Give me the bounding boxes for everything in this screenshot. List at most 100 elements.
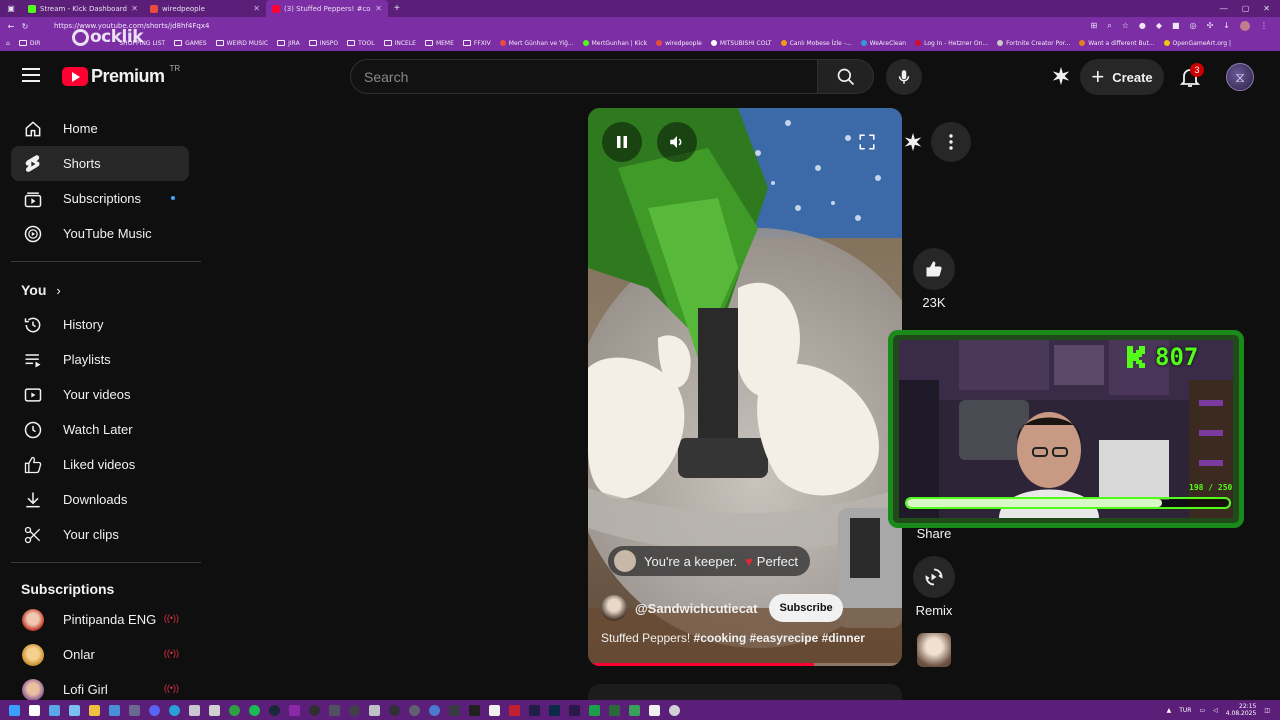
volume-button[interactable] [657, 122, 697, 162]
gemini-sparkle-icon[interactable] [1050, 65, 1072, 87]
bookmark-link[interactable]: Canlı Mobese İzle -... [780, 40, 852, 47]
browser-tab-youtube[interactable]: (3) Stuffed Peppers! #cookin... ✕ [266, 0, 388, 17]
spotify-icon[interactable] [249, 704, 260, 716]
edge-browser-icon[interactable] [169, 704, 180, 716]
sidebar-item-youtube-music[interactable]: YouTube Music [11, 216, 189, 251]
app-icon[interactable] [449, 704, 460, 716]
app-icon[interactable] [609, 704, 620, 716]
gemini-sparkle-icon[interactable] [902, 131, 924, 153]
steam-icon[interactable] [269, 704, 280, 716]
app-icon[interactable] [189, 704, 200, 716]
widgets-icon[interactable] [69, 704, 80, 716]
browser-tab-wiredpeople[interactable]: wiredpeople ✕ [144, 0, 266, 17]
app-icon[interactable] [349, 704, 360, 716]
apps-icon[interactable]: ⌂ [6, 40, 10, 47]
channel-avatar[interactable] [601, 595, 627, 621]
app-icon[interactable] [469, 704, 480, 716]
sidebar-channel-onlar[interactable]: Onlar ((•)) [11, 637, 189, 672]
new-tab-button[interactable]: + [388, 3, 406, 14]
bookmark-folder[interactable]: JIRA [277, 40, 300, 47]
sidebar-you-heading[interactable]: You › [21, 282, 61, 298]
file-explorer-icon[interactable] [89, 704, 100, 716]
bookmark-link[interactable]: MITSUBISHI COLT [710, 40, 772, 47]
sound-source-thumbnail[interactable] [917, 633, 951, 667]
app-icon[interactable] [589, 704, 600, 716]
subscribe-button[interactable]: Subscribe [769, 594, 843, 622]
hamburger-menu-icon[interactable] [22, 68, 40, 82]
app-icon[interactable] [389, 704, 400, 716]
remix-button[interactable] [913, 556, 955, 598]
taskbar-clock[interactable]: 22:15 4.08.2025 [1226, 703, 1257, 717]
bookmark-link[interactable]: WeAreClean [860, 40, 906, 47]
calculator-icon[interactable] [129, 704, 140, 716]
voice-search-button[interactable] [886, 59, 922, 95]
sidebar-channel-lofi-girl[interactable]: Lofi Girl ((•)) [11, 672, 189, 700]
sidebar-item-history[interactable]: History [11, 307, 189, 342]
tray-overflow-icon[interactable]: ▲ [1167, 707, 1172, 714]
bookmark-folder[interactable]: FFXIV [462, 40, 491, 47]
extension-icon[interactable]: ■ [1172, 21, 1180, 31]
language-indicator[interactable]: TUR [1179, 707, 1191, 714]
search-input[interactable]: Search [350, 59, 818, 94]
sidebar-item-shorts[interactable]: Shorts [11, 146, 189, 181]
sidebar-item-subscriptions[interactable]: Subscriptions [11, 181, 189, 216]
windows-start-icon[interactable] [9, 704, 20, 716]
bookmark-star-icon[interactable]: ☆ [1122, 21, 1129, 31]
bookmark-folder[interactable]: MEME [424, 40, 454, 47]
video-progress-bar[interactable] [588, 663, 902, 666]
photoshop-icon[interactable] [549, 704, 560, 716]
sidebar-item-downloads[interactable]: Downloads [11, 482, 189, 517]
obs-icon[interactable] [309, 704, 320, 716]
premiere-icon[interactable] [569, 704, 580, 716]
sidebar-item-your-clips[interactable]: Your clips [11, 517, 189, 552]
bookmark-link[interactable]: Want a different But... [1079, 40, 1155, 47]
translate-icon[interactable]: ⊞ [1091, 21, 1098, 31]
after-effects-icon[interactable] [529, 704, 540, 716]
app-icon[interactable] [329, 704, 340, 716]
close-tab-icon[interactable]: ✕ [131, 4, 138, 13]
sidebar-item-watch-later[interactable]: Watch Later [11, 412, 189, 447]
share-label[interactable]: Share [904, 526, 964, 541]
like-button[interactable] [913, 248, 955, 290]
notion-icon[interactable] [489, 704, 500, 716]
network-icon[interactable]: ▭ [1199, 707, 1205, 714]
minimize-icon[interactable]: — [1220, 4, 1228, 13]
search-icon[interactable] [29, 704, 40, 716]
app-icon[interactable] [209, 704, 220, 716]
zoom-icon[interactable]: ⌕ [1107, 21, 1111, 31]
back-icon[interactable]: ← [4, 22, 18, 31]
caption-hashtags[interactable]: #cooking #easyrecipe #dinner [694, 631, 865, 645]
bookmark-folder[interactable]: TOOL [347, 40, 375, 47]
app-icon[interactable] [369, 704, 380, 716]
maximize-icon[interactable]: ▢ [1242, 4, 1250, 13]
comment-highlight-chip[interactable]: You're a keeper. ♥ Perfect [608, 546, 810, 576]
app-icon[interactable] [409, 704, 420, 716]
sidebar-item-your-videos[interactable]: Your videos [11, 377, 189, 412]
app-icon[interactable] [669, 704, 680, 716]
notepad-icon[interactable] [109, 704, 120, 716]
close-tab-icon[interactable]: ✕ [375, 4, 382, 13]
speaker-icon[interactable]: ◁ [1213, 707, 1218, 714]
create-button[interactable]: + Create [1080, 59, 1164, 95]
app-icon[interactable] [429, 704, 440, 716]
discord-icon[interactable] [149, 704, 160, 716]
sidebar-channel-pintipanda[interactable]: Pintipanda ENG ((•)) [11, 602, 189, 637]
account-avatar[interactable]: ⧖ [1226, 63, 1254, 91]
sidebar-item-liked-videos[interactable]: Liked videos [11, 447, 189, 482]
browser-menu-icon[interactable]: ⋮ [1260, 21, 1268, 31]
bookmark-link[interactable]: wiredpeople [656, 40, 702, 47]
notifications-icon[interactable]: ◫ [1264, 707, 1270, 714]
bookmark-link[interactable]: OpenGameArt.org | [1163, 40, 1231, 47]
shorts-video-player[interactable]: You're a keeper. ♥ Perfect @Sandwichcuti… [588, 108, 902, 666]
download-icon[interactable]: ↓ [1223, 21, 1230, 31]
extension-icon[interactable]: ◎ [1190, 21, 1197, 31]
reload-icon[interactable]: ↻ [18, 22, 32, 31]
app-icon[interactable] [629, 704, 640, 716]
youtube-premium-logo[interactable]: Premium TR [62, 64, 180, 87]
bookmark-folder[interactable]: GAMES [174, 40, 207, 47]
channel-handle[interactable]: @Sandwichcutiecat [635, 601, 757, 616]
bookmark-link[interactable]: Mert Günhan ve Yiğ... [499, 40, 574, 47]
bookmark-folder[interactable]: WEIRD MUSIC [215, 40, 268, 47]
app-icon[interactable] [649, 704, 660, 716]
sidebar-item-home[interactable]: Home [11, 111, 189, 146]
